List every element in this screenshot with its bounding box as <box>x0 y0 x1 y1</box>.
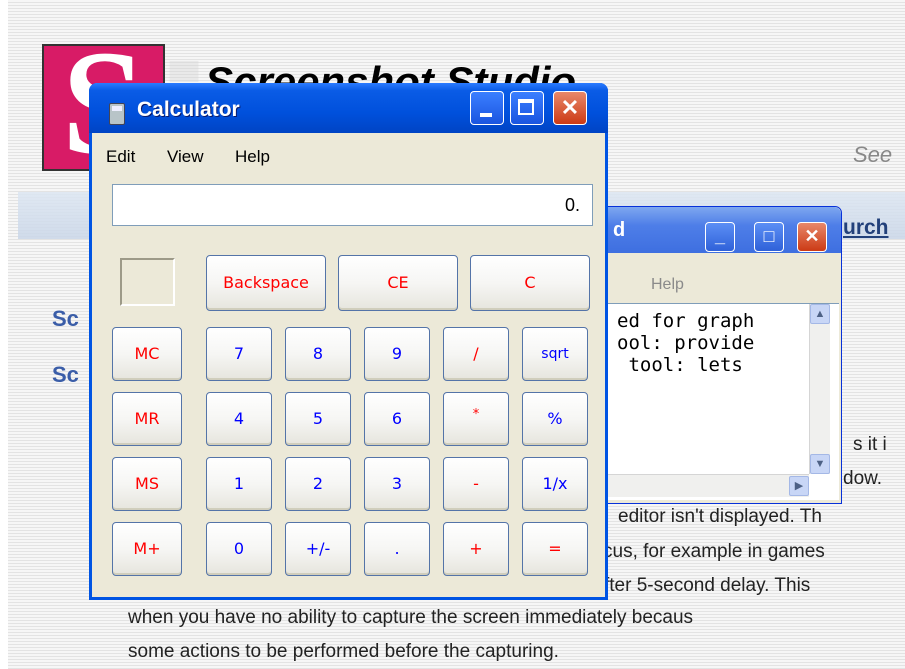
digit-3-button[interactable]: 3 <box>364 457 430 511</box>
digit-5-button[interactable]: 5 <box>285 392 351 446</box>
paragraph-fragment: dow. <box>843 468 883 489</box>
divide-button[interactable]: / <box>443 327 509 381</box>
paragraph-line: when you have no ability to capture the … <box>128 607 694 628</box>
calculator-display: 0. <box>112 184 593 226</box>
digit-7-button[interactable]: 7 <box>206 327 272 381</box>
memory-indicator <box>120 258 175 306</box>
digit-1-button[interactable]: 1 <box>206 457 272 511</box>
menu-help[interactable]: Help <box>235 147 270 167</box>
minimize-icon <box>480 113 492 117</box>
backspace-button[interactable]: Backspace <box>206 255 326 311</box>
notepad-text-area[interactable]: ed for graph ool: provide tool: lets ▲ ▼… <box>605 303 839 500</box>
clear-button[interactable]: C <box>470 255 590 311</box>
maximize-icon <box>518 99 534 115</box>
memory-recall-button[interactable]: MR <box>112 392 182 446</box>
paragraph-fragment: s it i <box>853 434 887 455</box>
memory-store-button[interactable]: MS <box>112 457 182 511</box>
notepad-minimize-button[interactable]: _ <box>705 222 735 252</box>
paragraph-line: some actions to be performed before the … <box>128 641 559 662</box>
site-tagline: See <box>853 142 893 167</box>
memory-clear-button[interactable]: MC <box>112 327 182 381</box>
percent-button[interactable]: % <box>522 392 588 446</box>
horizontal-scrollbar[interactable]: ▶ <box>605 474 809 497</box>
menu-edit[interactable]: Edit <box>106 147 135 167</box>
digit-6-button[interactable]: 6 <box>364 392 430 446</box>
menu-view[interactable]: View <box>167 147 204 167</box>
notepad-menu-bar: Help <box>605 269 839 299</box>
digit-4-button[interactable]: 4 <box>206 392 272 446</box>
sqrt-button[interactable]: sqrt <box>522 327 588 381</box>
minimize-button[interactable] <box>470 91 504 125</box>
decimal-point-button[interactable]: . <box>364 522 430 576</box>
scroll-down-icon[interactable]: ▼ <box>810 454 830 474</box>
paragraph-fragment: fter 5-second delay. This <box>604 575 811 596</box>
digit-0-button[interactable]: 0 <box>206 522 272 576</box>
menu-help[interactable]: Help <box>651 276 684 294</box>
reciprocal-button[interactable]: 1/x <box>522 457 588 511</box>
memory-add-button[interactable]: M+ <box>112 522 182 576</box>
notepad-title: d <box>613 219 626 241</box>
nav-link-purchase[interactable]: urch <box>843 216 889 240</box>
clear-entry-button[interactable]: CE <box>338 255 458 311</box>
text-line: ool: provide <box>617 332 755 354</box>
paragraph-fragment: editor isn't displayed. Th <box>618 506 822 527</box>
text-line: tool: lets <box>617 354 743 376</box>
equals-button[interactable]: = <box>522 522 588 576</box>
paragraph-fragment: cus, for example in games <box>603 541 825 562</box>
sidebar-heading[interactable]: Sc <box>52 362 79 388</box>
scroll-up-icon[interactable]: ▲ <box>810 304 830 324</box>
vertical-scrollbar[interactable]: ▲ ▼ <box>809 304 830 474</box>
multiply-button[interactable]: * <box>443 392 509 446</box>
notepad-title-bar[interactable]: d _ □ ✕ <box>601 207 841 253</box>
page-margin <box>0 0 8 669</box>
sidebar-heading[interactable]: Sc <box>52 306 79 332</box>
notepad-window[interactable]: d _ □ ✕ Help ed for graph ool: provide t… <box>600 206 842 504</box>
calculator-window[interactable]: Calculator ✕ Edit View Help 0. Backspace… <box>89 83 608 600</box>
digit-2-button[interactable]: 2 <box>285 457 351 511</box>
add-button[interactable]: + <box>443 522 509 576</box>
subtract-button[interactable]: - <box>443 457 509 511</box>
menu-bar: Edit View Help <box>92 137 605 171</box>
calculator-title-bar[interactable]: Calculator ✕ <box>89 83 608 133</box>
close-button[interactable]: ✕ <box>553 91 587 125</box>
notepad-text: ed for graph ool: provide tool: lets <box>617 310 754 376</box>
scroll-right-icon[interactable]: ▶ <box>789 476 809 496</box>
maximize-button[interactable] <box>510 91 544 125</box>
window-title: Calculator <box>137 98 240 121</box>
text-line: ed for graph <box>617 310 755 332</box>
sign-toggle-button[interactable]: +/- <box>285 522 351 576</box>
calculator-icon <box>109 103 125 125</box>
digit-8-button[interactable]: 8 <box>285 327 351 381</box>
notepad-maximize-button[interactable]: □ <box>754 222 784 252</box>
digit-9-button[interactable]: 9 <box>364 327 430 381</box>
notepad-close-button[interactable]: ✕ <box>797 222 827 252</box>
